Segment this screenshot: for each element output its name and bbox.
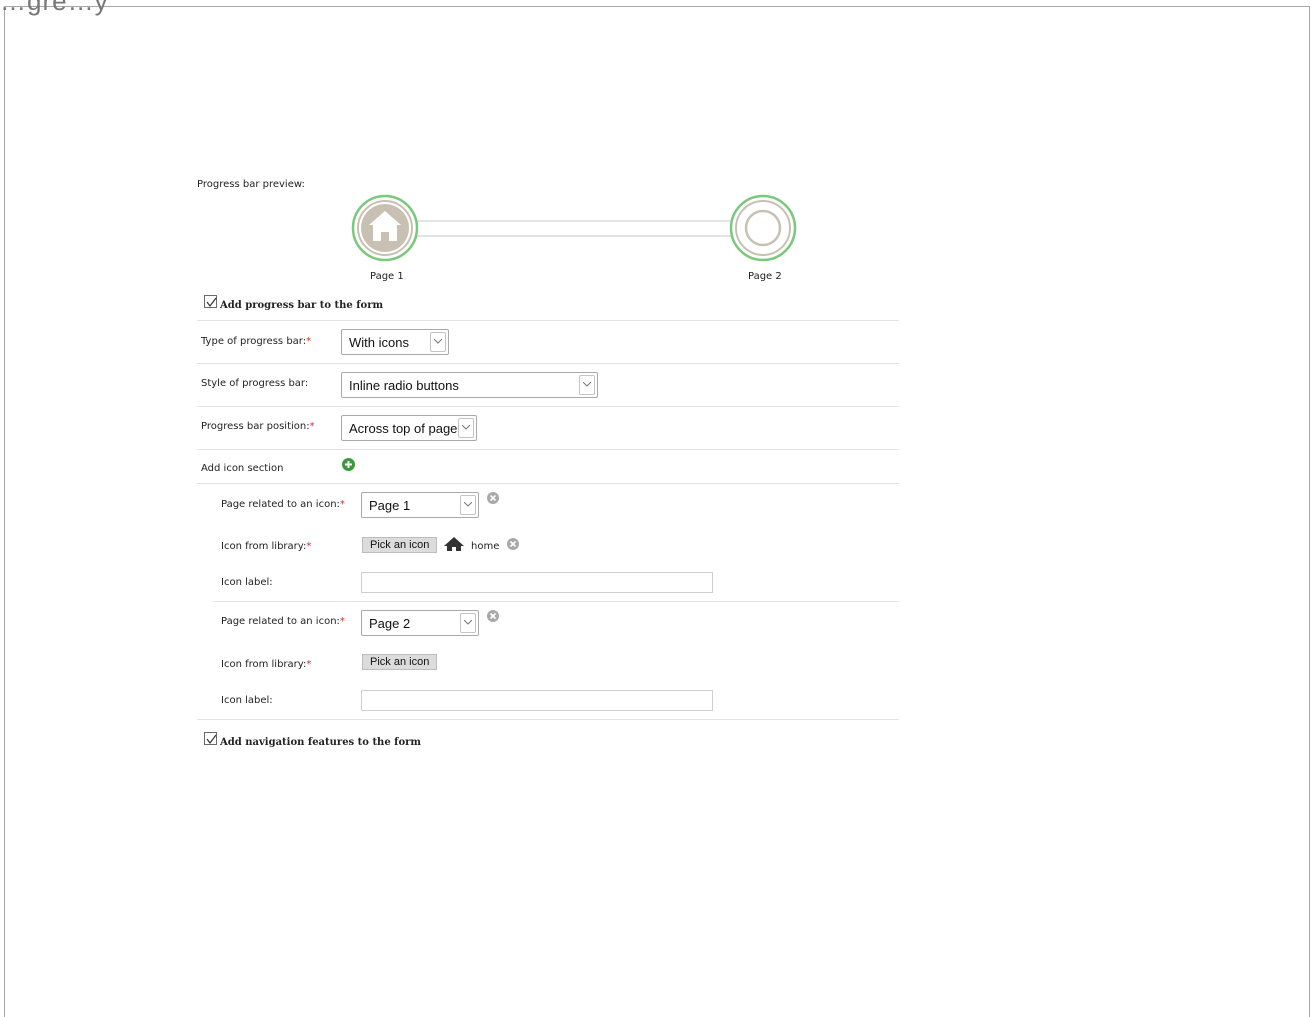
add-navigation-checkbox[interactable]	[204, 732, 217, 745]
header-fragment: …gre…y	[0, 0, 109, 16]
clear-icon-icon[interactable]	[507, 538, 519, 550]
add-navigation-label: Add navigation features to the form	[220, 737, 421, 748]
add-icon-section-label: Add icon section	[201, 463, 284, 474]
page-related-select[interactable]: Page 2	[361, 610, 479, 636]
content-frame	[4, 6, 1310, 1017]
pick-icon-button[interactable]: Pick an icon	[362, 537, 438, 553]
progress-preview	[351, 194, 797, 262]
page-related-label: Page related to an icon:*	[221, 616, 345, 627]
icon-library-label: Icon from library:*	[221, 659, 312, 670]
selected-icon-name: home	[471, 541, 500, 552]
add-icon[interactable]	[342, 458, 355, 471]
home-icon	[444, 537, 464, 551]
page-related-label: Page related to an icon:*	[221, 499, 345, 510]
remove-icon-section-icon[interactable]	[487, 492, 499, 504]
divider	[197, 363, 899, 364]
step-2-label: Page 2	[748, 271, 782, 282]
divider	[213, 601, 899, 602]
divider	[197, 483, 899, 484]
icon-label-label: Icon label:	[221, 695, 273, 706]
chevron-down-icon	[458, 418, 474, 438]
remove-icon-section-icon[interactable]	[487, 610, 499, 622]
divider	[197, 320, 899, 321]
add-progress-bar-checkbox[interactable]	[204, 295, 217, 308]
add-progress-bar-label: Add progress bar to the form	[220, 300, 384, 311]
chevron-down-icon	[460, 613, 476, 633]
icon-label-label: Icon label:	[221, 577, 273, 588]
divider	[197, 406, 899, 407]
type-select[interactable]: With icons	[341, 329, 449, 355]
style-select[interactable]: Inline radio buttons	[341, 372, 598, 398]
preview-label: Progress bar preview:	[197, 179, 305, 190]
type-label: Type of progress bar:*	[201, 336, 312, 347]
step-2-marker	[729, 194, 797, 262]
circle-icon	[744, 209, 782, 247]
icon-label-input[interactable]	[361, 690, 713, 711]
pick-icon-button[interactable]: Pick an icon	[362, 654, 438, 670]
divider	[197, 449, 899, 450]
icon-label-input[interactable]	[361, 572, 713, 593]
divider	[197, 719, 899, 720]
chevron-down-icon	[579, 375, 595, 395]
step-1-label: Page 1	[370, 271, 404, 282]
page-related-select[interactable]: Page 1	[361, 492, 479, 518]
chevron-down-icon	[430, 332, 446, 352]
style-label: Style of progress bar:	[201, 378, 309, 389]
position-select[interactable]: Across top of page	[341, 415, 477, 441]
progress-connector	[414, 220, 736, 237]
step-1-marker	[351, 194, 419, 262]
icon-library-label: Icon from library:*	[221, 541, 312, 552]
position-label: Progress bar position:*	[201, 421, 315, 432]
chevron-down-icon	[460, 495, 476, 515]
